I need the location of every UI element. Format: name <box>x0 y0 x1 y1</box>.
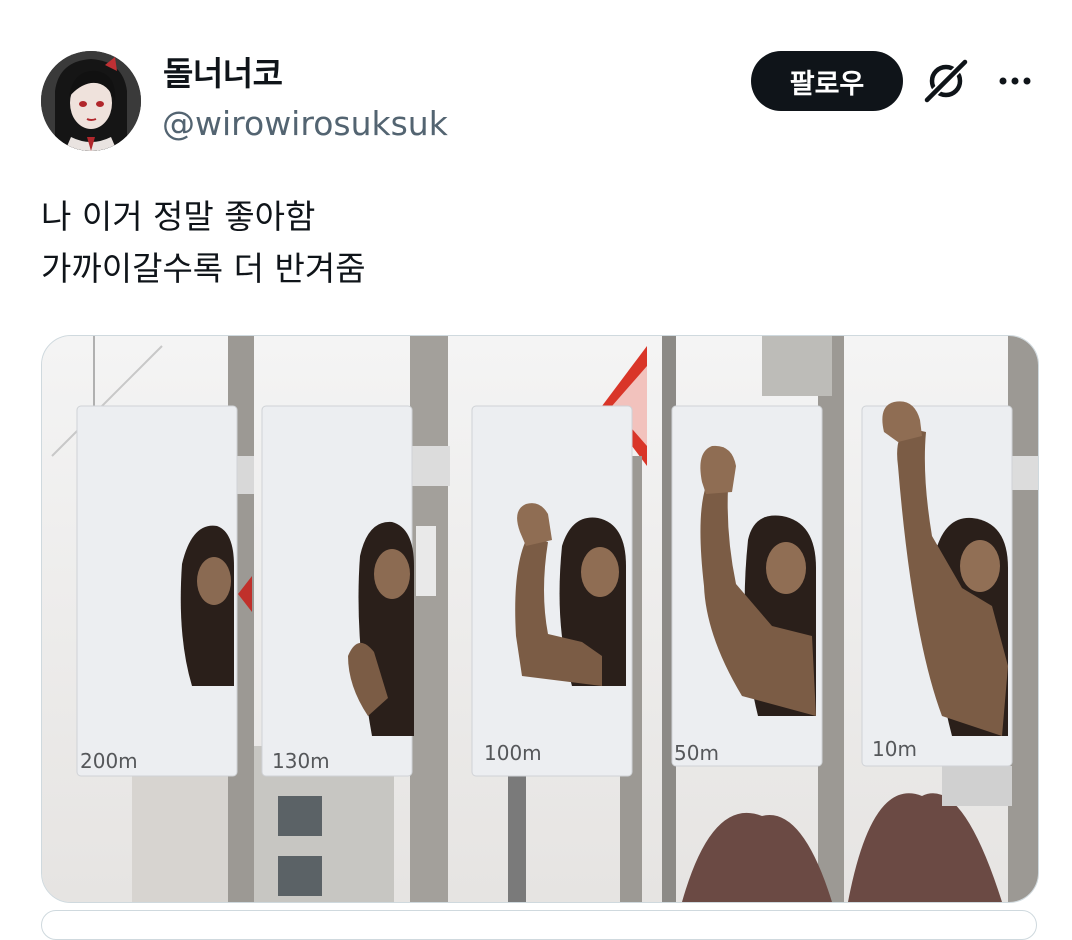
user-handle[interactable]: @wirowirosuksuk <box>162 104 448 144</box>
tweet-line-1: 나 이거 정말 좋아함 <box>41 197 316 236</box>
tweet-photo[interactable]: 200m 130m 100m 50m 10m <box>41 335 1039 903</box>
avatar-image <box>41 51 141 151</box>
sign-distance-10m: 10m <box>872 737 917 761</box>
follow-button[interactable]: 팔로우 <box>751 51 903 111</box>
panel-100m: 100m <box>464 336 662 902</box>
grok-icon[interactable] <box>920 58 972 104</box>
sign-distance-130m: 130m <box>272 749 330 773</box>
panel-130m: 130m <box>254 336 464 902</box>
sign-distance-100m: 100m <box>484 741 542 765</box>
next-card-edge <box>41 910 1037 940</box>
tweet-text: 나 이거 정말 좋아함 가까이갈수록 더 반겨줌 <box>41 191 366 295</box>
sign-distance-200m: 200m <box>80 749 138 773</box>
panel-50m: 50m <box>662 336 848 902</box>
tweet-line-2: 가까이갈수록 더 반겨줌 <box>41 249 366 288</box>
sign-distance-50m: 50m <box>674 741 719 765</box>
panel-200m: 200m <box>42 336 256 902</box>
avatar[interactable] <box>41 51 141 151</box>
panel-10m: 10m <box>848 336 1038 902</box>
display-name[interactable]: 돌너너코 <box>163 54 283 94</box>
more-options-icon[interactable] <box>995 64 1035 98</box>
photo-collage: 200m 130m 100m 50m 10m <box>42 336 1038 902</box>
grok-icon-glyph <box>924 59 968 103</box>
more-dots-glyph <box>999 77 1031 85</box>
